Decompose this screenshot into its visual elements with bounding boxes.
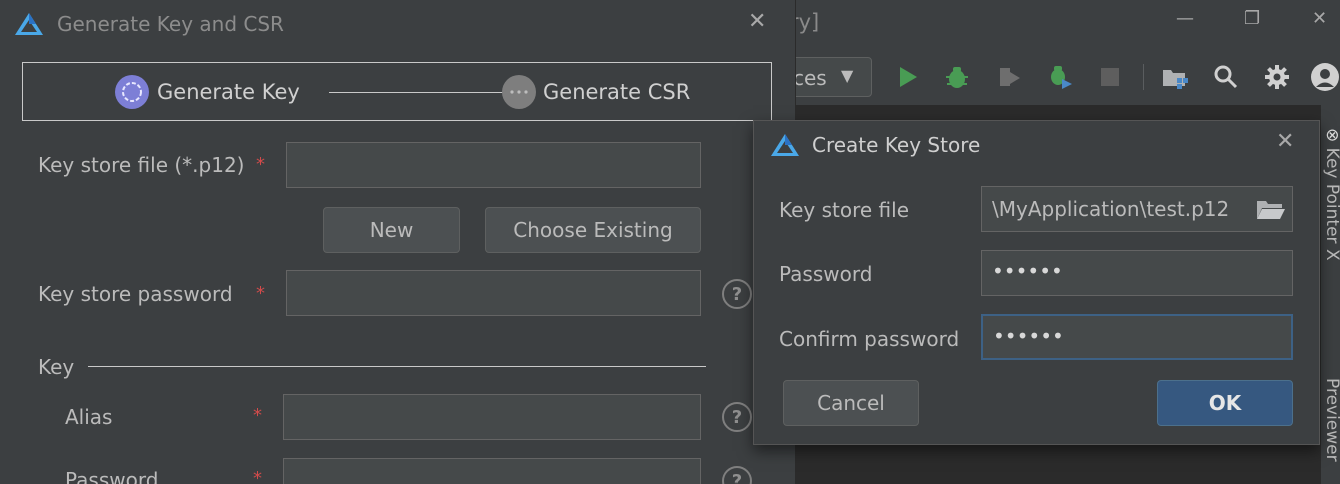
deveco-logo-icon (15, 13, 43, 35)
run-icon[interactable] (893, 62, 923, 92)
key-section-divider (88, 366, 706, 367)
attach-debugger-icon[interactable] (994, 62, 1024, 92)
ks-file-input[interactable]: \MyApplication\test.p12 (981, 186, 1293, 232)
wizard-steps: Generate Key Generate CSR (22, 62, 772, 121)
window-close-icon[interactable]: ✕ (1312, 8, 1327, 29)
required-mark: * (253, 405, 262, 426)
keystore-password-label: Key store password (38, 282, 233, 306)
chevron-down-icon: ▼ (841, 66, 854, 85)
keystore-file-input[interactable] (286, 142, 701, 188)
key-password-label: Password (65, 468, 159, 484)
ok-button[interactable]: OK (1157, 380, 1293, 426)
stop-icon[interactable] (1095, 62, 1125, 92)
dialog-title: Generate Key and CSR (57, 12, 284, 36)
avatar-icon[interactable] (1310, 62, 1340, 92)
keystore-password-input[interactable] (286, 270, 701, 316)
ks-password-value: •••••• (992, 259, 1063, 283)
help-icon[interactable]: ? (722, 402, 752, 432)
project-structure-icon[interactable] (1160, 62, 1190, 92)
create-keystore-dialog: Create Key Store ✕ Key store file \MyApp… (753, 120, 1320, 445)
search-icon[interactable] (1211, 62, 1241, 92)
help-icon[interactable]: ? (722, 466, 752, 484)
new-button[interactable]: New (323, 207, 460, 253)
ks-password-input[interactable]: •••••• (981, 250, 1293, 296)
required-mark: * (256, 283, 265, 304)
key-pointer-tab-label: Key Pointer X (1322, 147, 1340, 261)
key-pointer-tab-icon: ⊗ (1322, 128, 1340, 143)
required-mark: * (256, 154, 265, 175)
keystore-file-label: Key store file (*.p12) (38, 153, 245, 177)
dialog-title-bar: Generate Key and CSR ✕ (0, 0, 796, 48)
ks-confirm-input[interactable]: •••••• (981, 314, 1293, 360)
restore-icon[interactable]: ❐ (1244, 8, 1260, 29)
tool-window-previewer[interactable]: ◉ Previewer (1322, 378, 1340, 484)
step-connector (329, 92, 509, 93)
alias-input[interactable] (283, 394, 701, 440)
choose-existing-button[interactable]: Choose Existing (485, 207, 701, 253)
step-pending-icon (502, 75, 536, 109)
previewer-tab-label: Previewer (1322, 378, 1340, 462)
step-generate-key: Generate Key (157, 80, 300, 104)
alias-label: Alias (65, 405, 113, 429)
generate-key-dialog: Generate Key and CSR ✕ Generate Key Gene… (0, 0, 796, 484)
ks-file-value: \MyApplication\test.p12 (992, 197, 1230, 221)
ks-password-label: Password (779, 262, 873, 286)
ks-confirm-value: •••••• (993, 324, 1064, 348)
help-icon[interactable]: ? (722, 279, 752, 309)
device-selector-label: ces (793, 66, 827, 90)
debug-icon[interactable] (942, 62, 972, 92)
step-active-icon (115, 75, 149, 109)
folder-open-icon[interactable] (1256, 197, 1286, 221)
minimize-icon[interactable]: — (1176, 8, 1194, 29)
ks-file-label: Key store file (779, 198, 910, 222)
create-keystore-title: Create Key Store (812, 133, 981, 157)
required-mark: * (253, 468, 262, 484)
tool-window-key-pointer[interactable]: ⊗ Key Pointer X (1322, 128, 1340, 261)
close-icon[interactable]: ✕ (1276, 129, 1294, 154)
deveco-logo-icon (771, 134, 799, 156)
gear-icon[interactable] (1262, 62, 1292, 92)
step-generate-csr: Generate CSR (543, 80, 691, 104)
close-icon[interactable]: ✕ (748, 9, 766, 34)
profile-icon[interactable] (1045, 62, 1075, 92)
toolbar-separator (1143, 64, 1144, 90)
key-section-label: Key (38, 355, 75, 379)
cancel-button[interactable]: Cancel (783, 380, 919, 426)
key-password-input[interactable] (283, 458, 701, 484)
ks-confirm-label: Confirm password (779, 327, 960, 351)
